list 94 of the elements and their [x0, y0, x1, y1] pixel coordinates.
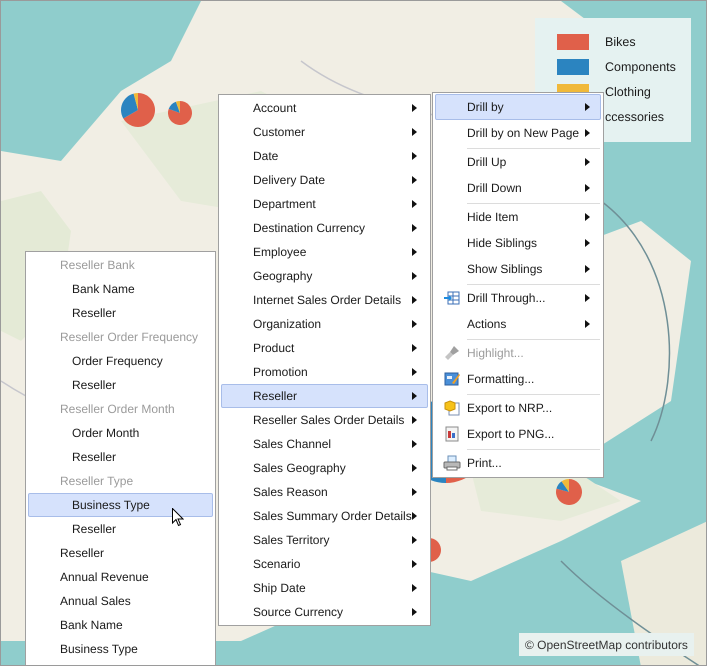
submenu-arrow-icon: [412, 560, 417, 568]
menu-item[interactable]: Drill Down: [435, 175, 601, 201]
submenu-arrow-icon: [412, 512, 417, 520]
submenu-arrow-icon: [412, 416, 417, 424]
submenu-arrow-icon: [412, 152, 417, 160]
menu-item[interactable]: Product: [221, 336, 428, 360]
submenu-arrow-icon: [585, 103, 590, 111]
submenu-arrow-icon: [585, 294, 590, 302]
menu-item[interactable]: Reseller: [221, 384, 428, 408]
menu-item[interactable]: Internet Sales Order Details: [221, 288, 428, 312]
menu-item[interactable]: Actions: [435, 311, 601, 337]
menu-item[interactable]: Reseller: [28, 517, 213, 541]
menu-item[interactable]: Ship Date: [221, 576, 428, 600]
menu-item[interactable]: Bank Name: [28, 277, 213, 301]
submenu-arrow-icon: [585, 213, 590, 221]
menu-item[interactable]: Drill Up: [435, 146, 601, 175]
submenu-arrow-icon: [412, 344, 417, 352]
menu-item[interactable]: Hide Item: [435, 201, 601, 230]
menu-item[interactable]: Reseller Sales Order Details: [221, 408, 428, 432]
menu-item[interactable]: Business Type: [28, 493, 213, 517]
submenu-arrow-icon: [585, 320, 590, 328]
menu-item[interactable]: Scenario: [221, 552, 428, 576]
menu-item[interactable]: Account: [221, 96, 428, 120]
pie-marker-icon: [121, 93, 155, 127]
menu-item[interactable]: Reseller: [28, 373, 213, 397]
menu-item[interactable]: Sales Territory: [221, 528, 428, 552]
submenu-arrow-icon: [412, 104, 417, 112]
menu-item[interactable]: Drill Through...: [435, 282, 601, 311]
submenu-arrow-icon: [412, 392, 417, 400]
menu-item[interactable]: Sales Channel: [221, 432, 428, 456]
menu-item[interactable]: Business Type: [28, 637, 213, 661]
table-icon: [444, 291, 460, 305]
printer-icon: [442, 455, 460, 471]
menu-item[interactable]: Destination Currency: [221, 216, 428, 240]
menu-item[interactable]: Reseller: [28, 445, 213, 469]
pie-marker-icon: [168, 101, 192, 125]
submenu-arrow-icon: [585, 265, 590, 273]
export-icon: [444, 400, 460, 416]
legend-label: Components: [605, 58, 676, 76]
legend-label: ccessories: [605, 108, 664, 126]
menu-item[interactable]: Delivery Date: [221, 168, 428, 192]
submenu-arrow-icon: [412, 488, 417, 496]
pie-marker-icon: [556, 479, 582, 505]
menu-item[interactable]: Reseller: [28, 301, 213, 325]
menu-item[interactable]: Date: [221, 144, 428, 168]
submenu-arrow-icon: [585, 129, 590, 137]
menu-item[interactable]: Annual Sales: [28, 589, 213, 613]
menu-item[interactable]: Order Frequency: [28, 349, 213, 373]
menu-item[interactable]: Customer: [221, 120, 428, 144]
menu-item[interactable]: Drill by on New Page: [435, 120, 601, 146]
submenu-arrow-icon: [585, 239, 590, 247]
submenu-arrow-icon: [412, 440, 417, 448]
menu-item[interactable]: Drill by: [435, 94, 601, 120]
submenu-arrow-icon: [412, 296, 417, 304]
menu-item[interactable]: Export to PNG...: [435, 421, 601, 447]
menu-item[interactable]: Department: [221, 192, 428, 216]
submenu-arrow-icon: [412, 200, 417, 208]
submenu-arrow-icon: [412, 368, 417, 376]
menu-item[interactable]: Print...: [435, 447, 601, 476]
menu-item[interactable]: Formatting...: [435, 366, 601, 392]
menu-item[interactable]: Export to NRP...: [435, 392, 601, 421]
brush-icon: [444, 345, 460, 361]
menu-item[interactable]: Sales Reason: [221, 480, 428, 504]
submenu-arrow-icon: [412, 320, 417, 328]
menu-item[interactable]: Source Currency: [221, 600, 428, 624]
submenu-arrow-icon: [412, 128, 417, 136]
mouse-cursor-icon: [172, 508, 184, 527]
menu-item[interactable]: Reseller: [28, 541, 213, 565]
menu-item[interactable]: Hide Siblings: [435, 230, 601, 256]
attribution: © OpenStreetMap contributors: [519, 633, 694, 656]
menu-item[interactable]: Sales Geography: [221, 456, 428, 480]
submenu-arrow-icon: [585, 184, 590, 192]
submenu-arrow-icon: [412, 272, 417, 280]
submenu-arrow-icon: [412, 536, 417, 544]
menu-item[interactable]: Promotion: [221, 360, 428, 384]
menu-item[interactable]: Employee: [221, 240, 428, 264]
submenu-arrow-icon: [412, 464, 417, 472]
submenu-arrow-icon: [412, 176, 417, 184]
menu-item[interactable]: Sales Summary Order Details: [221, 504, 428, 528]
image-file-icon: [444, 426, 460, 442]
submenu-arrow-icon: [412, 248, 417, 256]
menu-item[interactable]: Order Month: [28, 421, 213, 445]
menu-item[interactable]: Annual Revenue: [28, 565, 213, 589]
menu-item[interactable]: Show Siblings: [435, 256, 601, 282]
submenu-arrow-icon: [412, 224, 417, 232]
menu-item[interactable]: Geography: [221, 264, 428, 288]
legend-label: Bikes: [605, 34, 636, 51]
submenu-arrow-icon: [412, 608, 417, 616]
submenu-arrow-icon: [585, 158, 590, 166]
legend-label: Clothing: [605, 84, 651, 101]
formatting-icon: [444, 371, 460, 387]
menu-item[interactable]: Organization: [221, 312, 428, 336]
submenu-arrow-icon: [412, 584, 417, 592]
menu-item[interactable]: Bank Name: [28, 613, 213, 637]
